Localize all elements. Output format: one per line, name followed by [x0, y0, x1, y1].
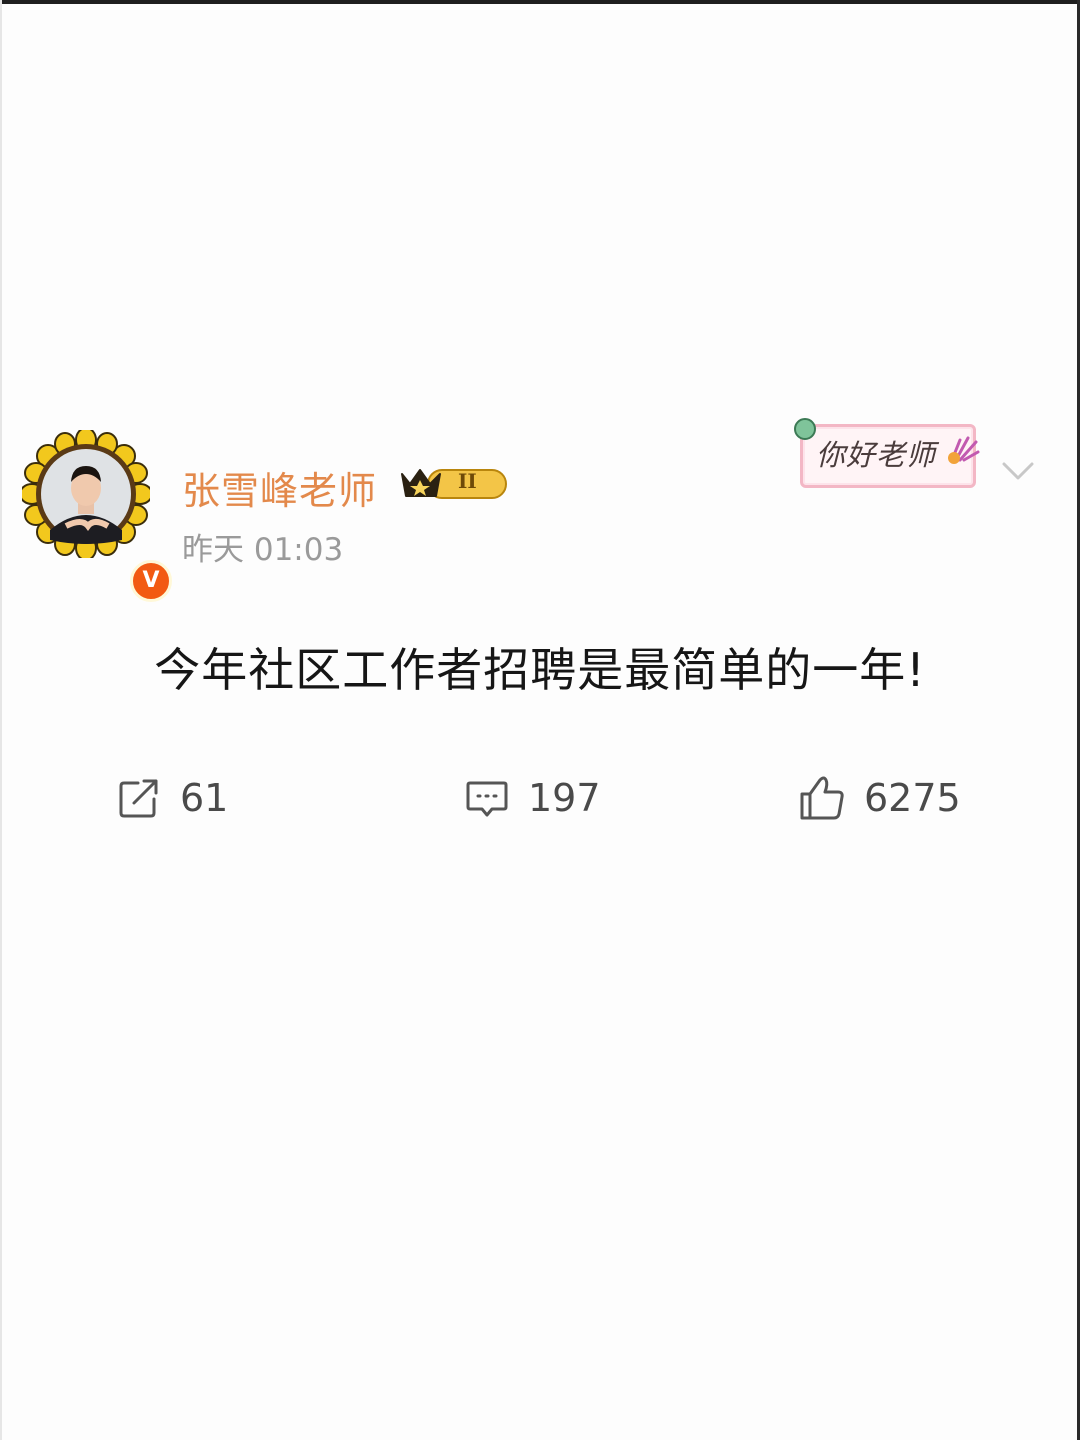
thumbs-up-icon — [800, 776, 844, 820]
flower-decoration-icon — [948, 436, 980, 464]
post-timestamp: 昨天 01:03 — [182, 532, 344, 568]
more-options-button[interactable] — [998, 456, 1038, 486]
member-level-badge[interactable]: II — [398, 464, 510, 504]
repost-count: 61 — [180, 776, 229, 820]
leaf-decoration-icon — [794, 418, 816, 440]
comment-bubble-icon — [466, 781, 508, 817]
post-header: V 张雪峰老师 II 昨天 01:03 你好老师 — [0, 400, 1080, 602]
repost-button[interactable]: 61 — [116, 770, 228, 826]
comment-button[interactable]: 197 — [464, 770, 601, 826]
member-level-label: II — [458, 469, 477, 493]
share-arrow-icon — [119, 779, 158, 818]
comment-count: 197 — [528, 776, 601, 820]
like-button[interactable]: 6275 — [798, 770, 961, 826]
sticker-text: 你好老师 — [816, 438, 937, 472]
sunflower-avatar-frame — [22, 430, 150, 558]
action-bar: 61 197 6275 — [0, 770, 1080, 826]
verified-badge: V — [130, 560, 172, 602]
left-edge — [0, 0, 2, 1440]
chevron-down-icon — [1002, 462, 1034, 480]
like-count: 6275 — [864, 776, 961, 820]
avatar[interactable]: V — [22, 430, 172, 602]
crown-icon — [401, 469, 507, 499]
post-content: 今年社区工作者招聘是最简单的一年! — [154, 643, 926, 697]
top-edge-bar — [0, 0, 1080, 4]
author-name[interactable]: 张雪峰老师 — [182, 460, 377, 515]
greeting-sticker: 你好老师 — [792, 414, 992, 492]
